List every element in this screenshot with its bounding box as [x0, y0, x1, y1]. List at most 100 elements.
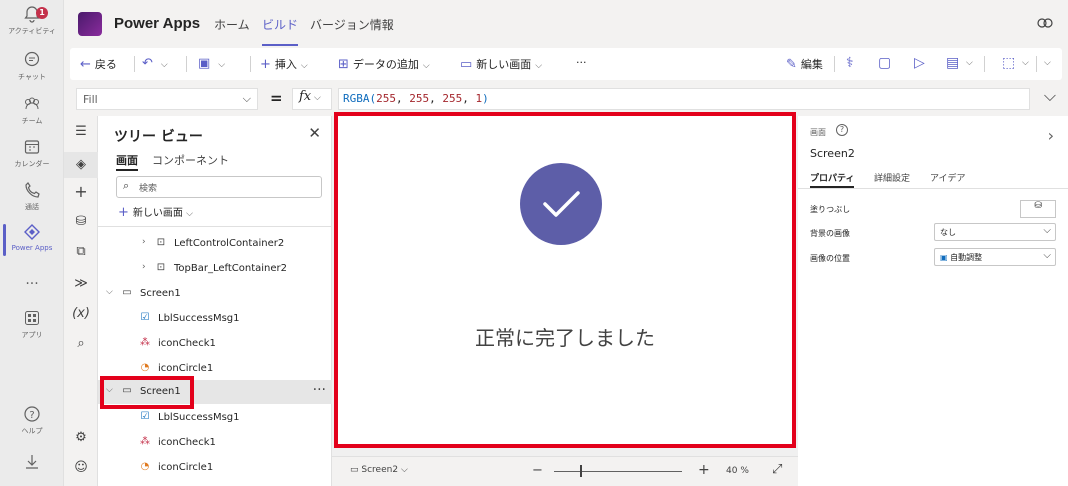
equals-sign: = — [270, 89, 283, 107]
formula-input[interactable]: RGBA(255, 255, 255, 1) — [338, 88, 1030, 110]
tree-row[interactable]: ☑ LblSuccessMsg1 — [98, 307, 332, 331]
media-icon[interactable]: ⧉ — [64, 244, 98, 259]
zoom-value: 40 % — [726, 466, 749, 476]
icon-control-icon: ⁂ — [140, 436, 150, 447]
paste-button[interactable]: ▣ ⌵ — [198, 56, 225, 71]
zoom-out-button[interactable]: − — [532, 463, 543, 478]
tree-row[interactable]: ☑ LblSuccessMsg1 — [98, 406, 332, 430]
insert-button[interactable]: + 挿入 ⌵ — [260, 56, 308, 72]
tree-new-screen-button[interactable]: + 新しい画面 ⌵ — [118, 204, 193, 220]
background-image-dropdown[interactable]: なし ⌵ — [934, 223, 1056, 241]
virtual-agent-icon[interactable]: ☺ — [64, 460, 98, 475]
screen-selector[interactable]: ▭ Screen2 ⌵ — [350, 465, 408, 475]
apps-rail-item[interactable]: アプリ — [0, 308, 64, 340]
more-commands-button[interactable]: ··· — [576, 56, 587, 69]
tree-row[interactable]: ⁂ iconCheck1 — [98, 332, 332, 356]
tree-row[interactable]: › ⊡ TopBar_LeftContainer2 — [98, 257, 332, 281]
rail-label: Power Apps — [11, 244, 53, 252]
screen-icon: ▭ — [122, 385, 132, 396]
add-data-button[interactable]: ⊞ データの追加 ⌵ — [338, 56, 430, 72]
link-icon[interactable] — [1036, 16, 1054, 30]
zoom-in-button[interactable]: + — [698, 462, 710, 478]
chevron-down-icon[interactable]: ⌵ — [966, 58, 973, 68]
chat-rail-item[interactable]: チャット — [0, 50, 64, 82]
back-arrow-icon: ← — [80, 57, 91, 72]
undo-button[interactable]: ↶ ⌵ — [142, 56, 168, 71]
tree-row[interactable]: › ⊡ LeftControlContainer2 — [98, 232, 332, 256]
chevron-down-icon[interactable]: ⌵ — [1022, 58, 1029, 68]
download-icon — [26, 455, 38, 469]
fit-to-window-icon[interactable]: ⤢ — [772, 462, 782, 477]
tree-view-title: ツリー ビュー — [114, 129, 203, 145]
icon-circle[interactable] — [520, 163, 602, 245]
chevron-down-icon[interactable]: ⌵ — [1044, 58, 1051, 68]
edit-button[interactable]: ✎ 編集 — [786, 56, 823, 72]
divider — [186, 56, 187, 72]
tree-view-icon[interactable]: ◈ — [64, 152, 98, 178]
settings-gear-icon[interactable]: ⚙ — [64, 430, 98, 445]
tree-row[interactable]: ◔ iconCircle1 — [98, 456, 332, 480]
calendar-rail-item[interactable]: カレンダー — [0, 137, 64, 169]
close-icon[interactable]: ✕ — [308, 124, 321, 142]
icon-control-icon: ⁂ — [140, 337, 150, 348]
authoring-nav: ☰ ◈ + ⛁ ⧉ ≫ (x) ⌕ ⚙ ☺ — [64, 116, 98, 486]
activity-rail-item[interactable]: 1 アクティビティ — [0, 4, 64, 36]
expand-formula-chevron-icon[interactable]: ⌵ — [1044, 86, 1056, 106]
chevron-down-icon: ⌵ — [400, 465, 408, 475]
power-automate-icon[interactable]: ≫ — [64, 276, 98, 291]
hamburger-icon[interactable]: ☰ — [64, 124, 98, 139]
search-icon[interactable]: ⌕ — [64, 336, 98, 351]
success-message-label[interactable]: 正常に完了しました — [338, 322, 792, 351]
screen-selector-label: Screen2 — [361, 465, 399, 475]
zoom-slider[interactable] — [554, 471, 682, 472]
play-icon[interactable]: ▷ — [914, 55, 925, 71]
tree-search-input[interactable]: ⌕ 検索 — [116, 176, 322, 198]
powerapps-rail-item[interactable]: Power Apps — [0, 222, 64, 256]
teams-rail-item[interactable]: チーム — [0, 94, 64, 126]
save-icon[interactable]: ▤ — [946, 55, 959, 71]
tree-row[interactable]: ◔ iconCircle1 — [98, 357, 332, 381]
tree-row[interactable]: ⌵ ▭ Screen1 ··· — [98, 380, 332, 404]
background-image-value: なし — [940, 228, 956, 237]
publish-to-teams-icon[interactable]: ⬚ — [1002, 55, 1015, 71]
chevron-right-icon: › — [142, 262, 146, 272]
insert-plus-icon[interactable]: + — [64, 182, 98, 201]
image-position-dropdown[interactable]: ▣ 自動調整 ⌵ — [934, 248, 1056, 266]
help-icon[interactable]: ? — [836, 124, 848, 136]
property-dropdown[interactable]: Fill ⌵ — [76, 88, 258, 110]
fill-color-picker[interactable]: ⛁ — [1020, 200, 1056, 218]
chevron-right-icon[interactable]: › — [1048, 126, 1054, 145]
data-icon[interactable]: ⛁ — [64, 214, 98, 229]
fx-button[interactable]: fx ⌵ — [292, 88, 332, 110]
tab-ideas[interactable]: アイデア — [930, 171, 966, 184]
more-apps-rail-item[interactable]: ... — [0, 272, 64, 288]
image-position-value: 自動調整 — [950, 253, 983, 262]
zoom-slider-thumb[interactable] — [579, 465, 582, 477]
divider — [834, 56, 835, 72]
chevron-down-icon: ⌵ — [300, 61, 308, 71]
tab-version-info[interactable]: バージョン情報 — [310, 16, 394, 33]
edit-label: 編集 — [800, 58, 823, 71]
tab-screens[interactable]: 画面 — [116, 152, 138, 171]
tab-properties[interactable]: プロパティ — [810, 171, 855, 188]
more-options-icon[interactable]: ··· — [313, 382, 326, 398]
tree-row[interactable]: ⌵ ▭ Screen1 — [98, 282, 332, 306]
formula-function: RGBA( — [343, 92, 377, 105]
stethoscope-icon[interactable]: ⚕ — [846, 55, 854, 71]
new-screen-button[interactable]: ▭ 新しい画面 ⌵ — [460, 56, 542, 72]
tree-row[interactable]: ⁂ iconCheck1 — [98, 431, 332, 455]
chat-icon — [24, 51, 40, 67]
download-rail-item[interactable] — [0, 452, 64, 472]
tab-components[interactable]: コンポーネント — [152, 152, 229, 168]
tab-home[interactable]: ホーム — [214, 16, 250, 33]
calls-rail-item[interactable]: 通話 — [0, 180, 64, 212]
help-rail-item[interactable]: ? ヘルプ — [0, 404, 64, 436]
back-button[interactable]: ← 戻る — [80, 56, 117, 72]
app-screen-canvas[interactable]: 正常に完了しました — [338, 116, 792, 444]
formula-arg: 255 — [409, 92, 430, 105]
tab-build[interactable]: ビルド — [262, 16, 299, 46]
comment-icon[interactable]: ▢ — [878, 55, 891, 71]
variables-icon[interactable]: (x) — [64, 306, 98, 321]
chevron-down-icon: ⌵ — [160, 60, 168, 70]
tab-advanced[interactable]: 詳細設定 — [874, 171, 910, 184]
